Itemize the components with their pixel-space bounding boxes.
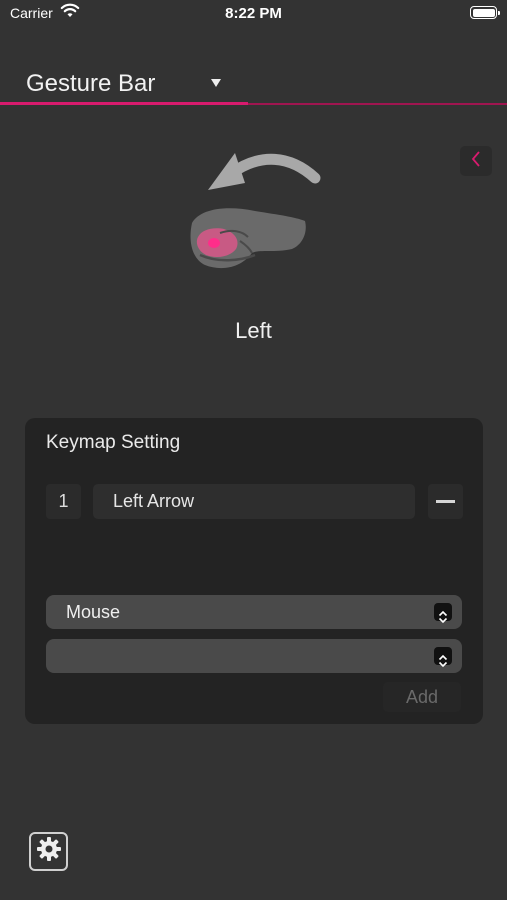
up-down-chevron-icon xyxy=(434,603,452,624)
input-type-value: Mouse xyxy=(66,602,121,622)
back-button[interactable] xyxy=(460,146,492,176)
triangle-down-icon[interactable] xyxy=(210,76,226,90)
gesture-label: Left xyxy=(235,318,272,343)
up-down-chevron-icon xyxy=(434,647,452,668)
key-select[interactable] xyxy=(46,639,462,673)
status-bar: Carrier 8:22 PM xyxy=(0,0,507,30)
gesture-selector-title: Gesture Bar xyxy=(26,70,156,97)
gesture-selector-underline xyxy=(0,102,248,105)
keymap-row-index: 1 xyxy=(46,484,81,519)
chevron-left-icon xyxy=(470,150,482,173)
input-type-select[interactable]: Mouse xyxy=(46,595,462,629)
clock: 8:22 PM xyxy=(225,5,282,22)
settings-button[interactable] xyxy=(29,832,68,871)
keymap-title: Keymap Setting xyxy=(46,432,181,453)
keymap-row-key[interactable]: Left Arrow xyxy=(93,484,415,519)
gesture-selector[interactable]: Gesture Bar xyxy=(0,60,507,108)
header-divider xyxy=(248,103,507,105)
keymap-panel: Keymap Setting 1 Left Arrow Mouse Add xyxy=(25,418,483,724)
add-button[interactable]: Add xyxy=(383,682,461,712)
gear-icon xyxy=(36,836,62,867)
hand-swipe-left-icon xyxy=(180,145,330,280)
battery-icon xyxy=(470,6,500,19)
remove-keymap-button[interactable] xyxy=(428,484,463,519)
